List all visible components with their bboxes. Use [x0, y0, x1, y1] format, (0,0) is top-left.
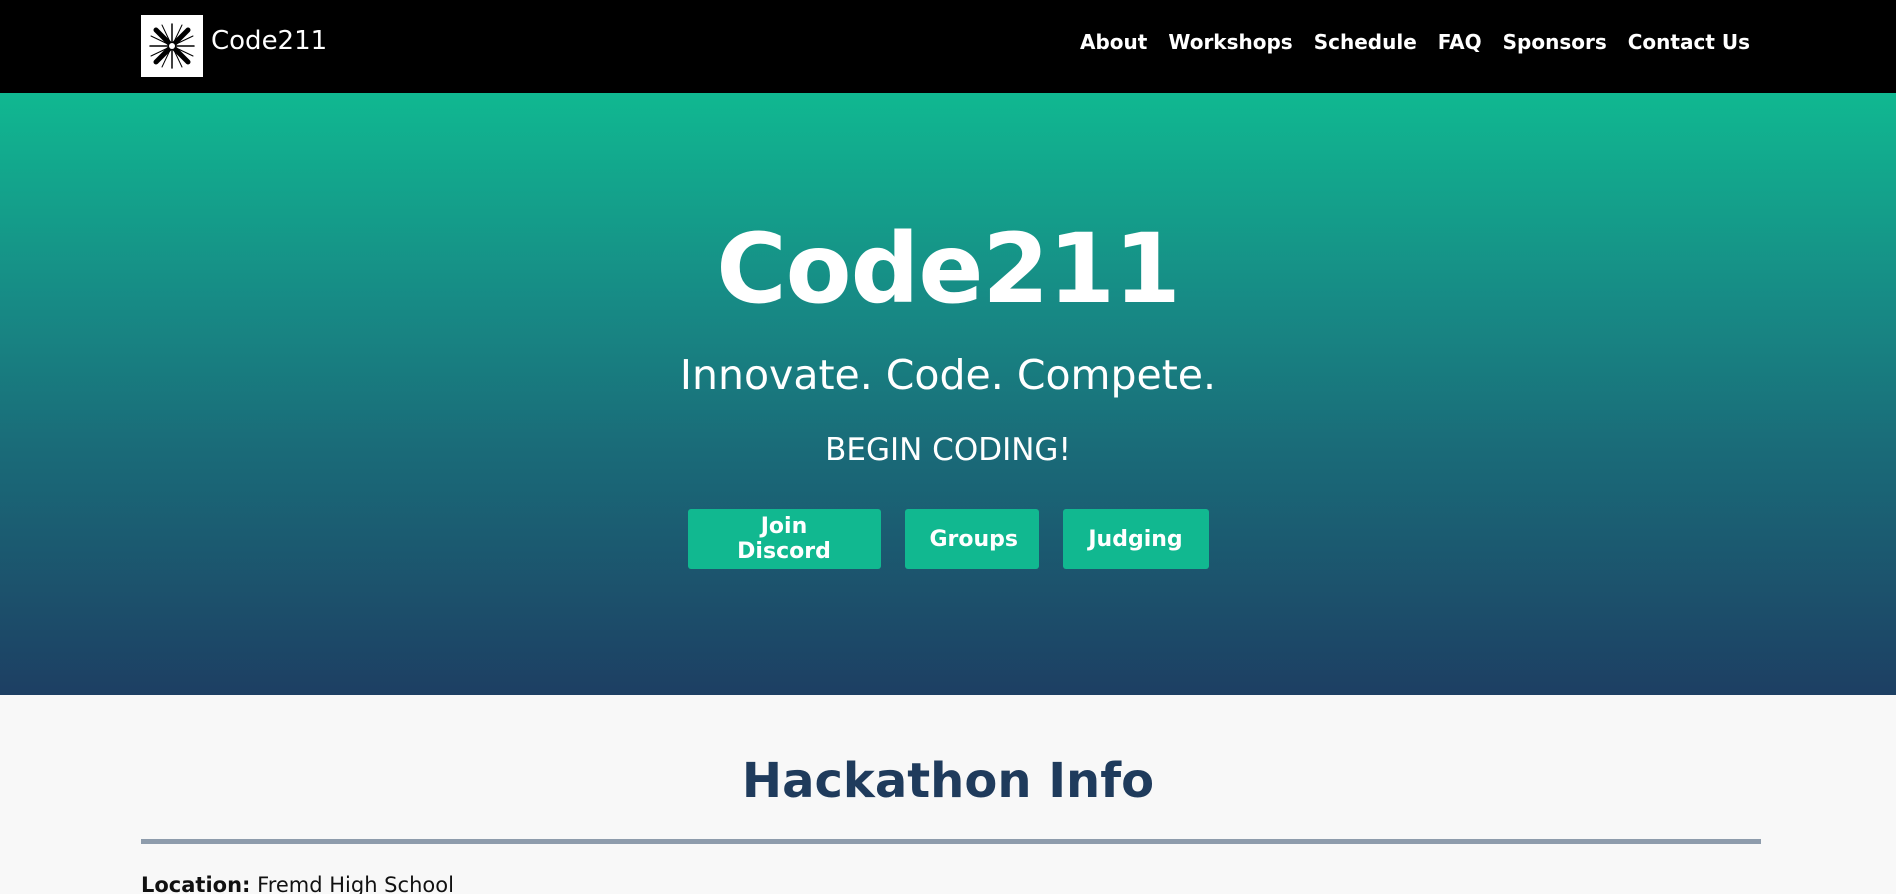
- judging-button[interactable]: Judging: [1062, 509, 1209, 569]
- brand-link[interactable]: Code211: [141, 14, 327, 77]
- nav-link-contact-us[interactable]: Contact Us: [1628, 30, 1750, 54]
- hero-call-to-action: BEGIN CODING!: [825, 432, 1071, 468]
- nav-links: About Workshops Schedule FAQ Sponsors Co…: [1080, 30, 1750, 54]
- location-value: Fremd High School: [257, 873, 454, 894]
- nav-link-faq[interactable]: FAQ: [1438, 30, 1482, 54]
- location-label: Location:: [141, 873, 251, 894]
- groups-button[interactable]: Groups: [904, 509, 1039, 569]
- nav-link-schedule[interactable]: Schedule: [1314, 30, 1417, 54]
- nav-link-workshops[interactable]: Workshops: [1168, 30, 1292, 54]
- join-discord-button[interactable]: Join Discord: [687, 509, 881, 569]
- code211-logo-icon: [141, 14, 203, 77]
- hero-button-row: Join Discord Groups Judging: [0, 509, 1896, 569]
- hero-section: Code211 Innovate. Code. Compete. BEGIN C…: [0, 93, 1896, 695]
- location-line: Location: Fremd High School: [141, 873, 454, 894]
- top-navbar: Code211 About Workshops Schedule FAQ Spo…: [0, 0, 1896, 93]
- hero-title: Code211: [716, 213, 1181, 325]
- nav-link-sponsors[interactable]: Sponsors: [1503, 30, 1607, 54]
- hackathon-info-title: Hackathon Info: [741, 753, 1155, 809]
- hero-tagline: Innovate. Code. Compete.: [679, 351, 1217, 399]
- section-divider: [141, 839, 1761, 844]
- nav-link-about[interactable]: About: [1080, 30, 1147, 54]
- brand-name: Code211: [211, 25, 328, 56]
- hackathon-info-section: Hackathon Info Location: Fremd High Scho…: [0, 695, 1896, 894]
